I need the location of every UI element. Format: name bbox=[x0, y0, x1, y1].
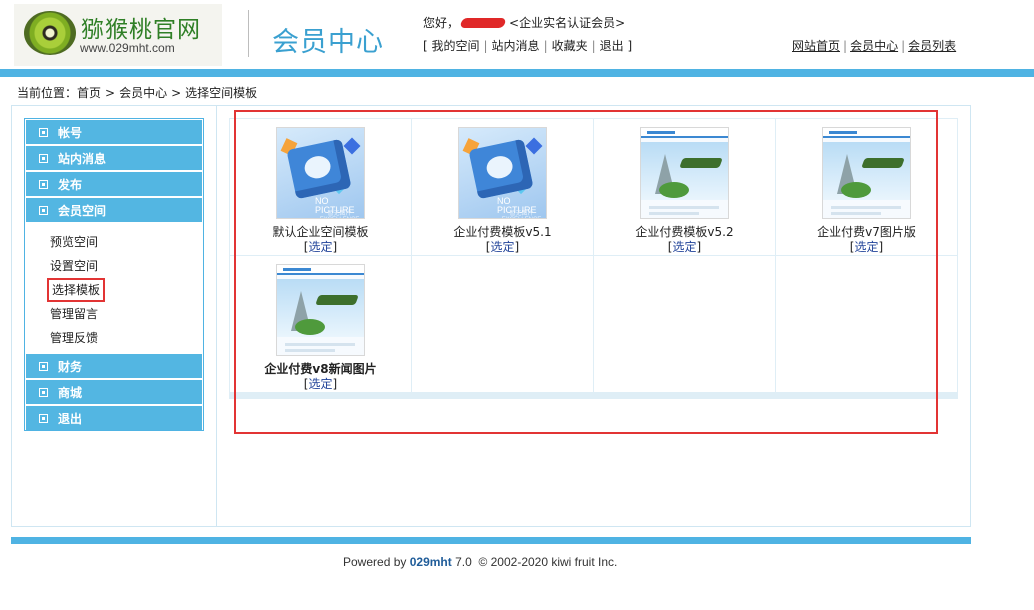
sidebar-item-label: 退出 bbox=[58, 411, 83, 426]
footer-version: 7.0 bbox=[455, 555, 472, 569]
site-links: 网站首页 | 会员中心 | 会员列表 bbox=[792, 39, 957, 53]
breadcrumb-prefix: 当前位置： bbox=[17, 86, 78, 100]
sidebar-subitem-label: 管理反馈 bbox=[50, 331, 99, 345]
select-template-link[interactable]: 选定 bbox=[490, 240, 514, 254]
sidebar-subitem-label: 设置空间 bbox=[50, 259, 99, 273]
frame-divider bbox=[216, 106, 217, 526]
select-template-link[interactable]: 选定 bbox=[308, 377, 332, 391]
empty-cell bbox=[776, 256, 957, 392]
link-member-center[interactable]: 会员中心 bbox=[850, 39, 898, 53]
footer: Powered by 029mht 7.0 © 2002-2020 kiwi f… bbox=[343, 555, 617, 569]
sidebar-subitem-manage-feedback[interactable]: 管理反馈 bbox=[26, 326, 202, 350]
empty-cell bbox=[412, 256, 593, 392]
sidebar-item-label: 帐号 bbox=[58, 125, 83, 140]
template-thumbnail[interactable]: NO PICTURE 暂无图片 EXCELLENCE bbox=[458, 127, 547, 219]
square-bullet-icon bbox=[39, 179, 48, 189]
sidebar-item-member-space[interactable]: 会员空间 bbox=[26, 198, 202, 222]
template-row: NO PICTURE 暂无图片 EXCELLENCE 默认企业空间模板 [选定]… bbox=[230, 119, 957, 255]
breadcrumb-sep: > bbox=[171, 86, 182, 100]
template-select: [选定] bbox=[303, 240, 338, 254]
kiwi-logo-icon bbox=[24, 11, 76, 55]
greeting-prefix: 您好， bbox=[423, 16, 460, 30]
template-thumbnail[interactable] bbox=[822, 127, 911, 219]
template-thumbnail[interactable] bbox=[640, 127, 729, 219]
site-logo[interactable]: 猕猴桃官网 www.029mht.com bbox=[14, 4, 222, 66]
sidebar-item-label: 站内消息 bbox=[58, 151, 107, 166]
footer-copyright: © 2002-2020 kiwi fruit Inc. bbox=[478, 555, 618, 569]
select-template-link[interactable]: 选定 bbox=[854, 240, 878, 254]
sidebar-sub-list: 预览空间 设置空间 选择模板 管理留言 管理反馈 bbox=[26, 224, 202, 354]
no-picture-subtext: 暂无图片 EXCELLENCE bbox=[502, 211, 542, 218]
sidebar-item-publish[interactable]: 发布 bbox=[26, 172, 202, 196]
sidebar-item-label: 商城 bbox=[58, 385, 83, 400]
user-greeting: 您好， <企业实名认证会员> bbox=[423, 14, 625, 31]
empty-cell bbox=[594, 256, 775, 392]
template-card: 企业付费模板v5.2 [选定] bbox=[594, 119, 775, 255]
footer-bar bbox=[11, 537, 971, 544]
user-links: [ 我的空间 | 站内消息 | 收藏夹 | 退出 ] bbox=[423, 39, 633, 53]
square-bullet-icon bbox=[39, 361, 48, 371]
link-favorites[interactable]: 收藏夹 bbox=[552, 39, 588, 53]
square-bullet-icon bbox=[39, 205, 48, 215]
square-bullet-icon bbox=[39, 153, 48, 163]
breadcrumb: 当前位置：首页 > 会员中心 > 选择空间模板 bbox=[17, 84, 257, 101]
template-thumbnail[interactable]: NO PICTURE 暂无图片 EXCELLENCE bbox=[276, 127, 365, 219]
breadcrumb-home[interactable]: 首页 bbox=[77, 86, 101, 100]
sidebar-subitem-settings-space[interactable]: 设置空间 bbox=[26, 254, 202, 278]
sidebar-item-label: 财务 bbox=[58, 359, 83, 374]
square-bullet-icon bbox=[39, 413, 48, 423]
member-type: <企业实名认证会员> bbox=[509, 16, 626, 30]
header-bar bbox=[0, 69, 1034, 77]
footer-brand: 029mht bbox=[409, 555, 452, 569]
link-messages[interactable]: 站内消息 bbox=[492, 39, 540, 53]
template-select: [选定] bbox=[667, 240, 702, 254]
template-row: 企业付费v8新闻图片 [选定] bbox=[230, 256, 957, 392]
sidebar-subitem-preview-space[interactable]: 预览空间 bbox=[26, 230, 202, 254]
sidebar-item-mall[interactable]: 商城 bbox=[26, 380, 202, 404]
select-template-link[interactable]: 选定 bbox=[308, 240, 332, 254]
sidebar: 帐号 站内消息 发布 会员空间 预览空间 设置空间 选择模板 管理留言 管理反馈… bbox=[24, 118, 204, 431]
sidebar-subitem-manage-comments[interactable]: 管理留言 bbox=[26, 302, 202, 326]
logo-name: 猕猴桃官网 bbox=[81, 17, 201, 43]
no-picture-subtext: 暂无图片 EXCELLENCE bbox=[320, 211, 360, 218]
sidebar-subitem-label: 预览空间 bbox=[50, 235, 99, 249]
sidebar-item-label: 会员空间 bbox=[58, 203, 107, 218]
link-site-home[interactable]: 网站首页 bbox=[792, 39, 840, 53]
template-select: [选定] bbox=[303, 377, 338, 391]
header-divider bbox=[248, 10, 249, 57]
sidebar-item-logout[interactable]: 退出 bbox=[26, 406, 202, 430]
select-template-link[interactable]: 选定 bbox=[672, 240, 696, 254]
breadcrumb-member-center[interactable]: 会员中心 bbox=[119, 86, 167, 100]
sidebar-subitem-label: 管理留言 bbox=[50, 307, 99, 321]
square-bullet-icon bbox=[39, 127, 48, 137]
template-card: 企业付费v8新闻图片 [选定] bbox=[230, 256, 411, 392]
grid-bottom-strip bbox=[230, 393, 957, 399]
redacted-username bbox=[459, 17, 507, 28]
sidebar-item-account[interactable]: 帐号 bbox=[26, 120, 202, 144]
template-select: [选定] bbox=[485, 240, 520, 254]
template-card: NO PICTURE 暂无图片 EXCELLENCE 默认企业空间模板 [选定] bbox=[230, 119, 411, 255]
template-select: [选定] bbox=[849, 240, 884, 254]
sidebar-subitem-select-template[interactable]: 选择模板 bbox=[26, 278, 202, 302]
template-grid: NO PICTURE 暂无图片 EXCELLENCE 默认企业空间模板 [选定]… bbox=[229, 118, 958, 399]
sidebar-item-messages[interactable]: 站内消息 bbox=[26, 146, 202, 170]
logo-url: www.029mht.com bbox=[80, 41, 175, 55]
template-thumbnail[interactable] bbox=[276, 264, 365, 356]
breadcrumb-current: 选择空间模板 bbox=[185, 86, 258, 100]
sidebar-item-finance[interactable]: 财务 bbox=[26, 354, 202, 378]
square-bullet-icon bbox=[39, 387, 48, 397]
link-member-list[interactable]: 会员列表 bbox=[908, 39, 956, 53]
footer-powered-by: Powered by bbox=[343, 555, 407, 569]
breadcrumb-sep: > bbox=[105, 86, 116, 100]
link-logout[interactable]: 退出 ] bbox=[600, 39, 633, 53]
template-card: NO PICTURE 暂无图片 EXCELLENCE 企业付费模板v5.1 [选… bbox=[412, 119, 593, 255]
template-card: 企业付费v7图片版 [选定] bbox=[776, 119, 957, 255]
sidebar-item-label: 发布 bbox=[58, 177, 83, 192]
sidebar-subitem-label: 选择模板 bbox=[46, 278, 106, 302]
page-section-title: 会员中心 bbox=[272, 27, 384, 58]
link-my-space[interactable]: [ 我的空间 bbox=[423, 39, 480, 53]
